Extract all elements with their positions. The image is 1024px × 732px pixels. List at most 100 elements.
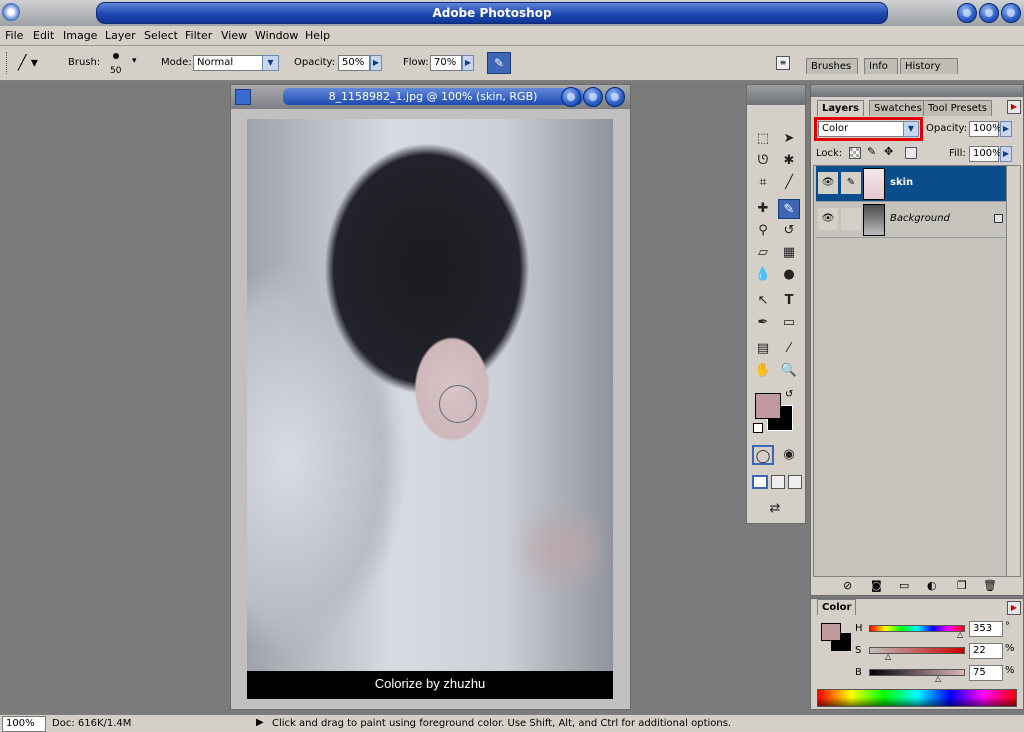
healing-brush-tool-icon[interactable]: ✚ [752, 199, 774, 219]
h-field[interactable]: 353 [969, 621, 1003, 637]
default-colors-icon[interactable] [753, 423, 763, 433]
fill-arrow-icon[interactable]: ▶ [1000, 146, 1012, 162]
move-tool-icon[interactable]: ➤ [778, 129, 800, 149]
hand-tool-icon[interactable]: ✋ [752, 361, 774, 381]
canvas-photo[interactable] [247, 119, 613, 671]
layer-opacity-arrow-icon[interactable]: ▶ [1000, 121, 1012, 137]
rectangle-tool-icon[interactable]: ▭ [778, 313, 800, 333]
saturation-slider[interactable] [869, 647, 965, 654]
menu-image[interactable]: Image [63, 29, 97, 42]
layers-scrollbar[interactable] [1006, 166, 1020, 576]
dodge-tool-icon[interactable]: ● [778, 265, 800, 285]
flow-field[interactable]: 70% [430, 55, 462, 71]
close-button[interactable] [1001, 3, 1021, 23]
notes-tool-icon[interactable]: ▤ [752, 339, 774, 359]
layer-style-icon[interactable]: ⊘ [843, 579, 852, 592]
layers-panel-menu-icon[interactable]: ▶ [1007, 100, 1021, 114]
mode-select[interactable]: Normal [193, 55, 263, 71]
gradient-tool-icon[interactable]: ▦ [778, 243, 800, 263]
visibility-eye-icon[interactable]: 👁 [818, 208, 838, 230]
tab-color[interactable]: Color [817, 599, 857, 615]
adjustment-layer-icon[interactable]: ◐ [927, 579, 937, 592]
brush-tool-icon[interactable]: ✎ [778, 199, 800, 219]
well-tab-history[interactable]: History [900, 58, 958, 74]
history-brush-tool-icon[interactable]: ↺ [778, 221, 800, 241]
brightness-slider-thumb[interactable]: △ [935, 674, 941, 683]
options-grip[interactable] [6, 52, 9, 74]
hue-slider-thumb[interactable]: △ [957, 630, 963, 639]
menu-filter[interactable]: Filter [185, 29, 212, 42]
add-mask-icon[interactable]: ◙ [871, 579, 882, 592]
menu-view[interactable]: View [221, 29, 247, 42]
menu-layer[interactable]: Layer [105, 29, 136, 42]
doc-close-button[interactable] [605, 87, 625, 107]
toolbox-header[interactable] [747, 85, 805, 105]
zoom-tool-icon[interactable]: 🔍 [778, 361, 800, 381]
screen-mode-standard-icon[interactable] [752, 475, 768, 489]
delete-layer-icon[interactable]: 🗑 [983, 579, 997, 592]
lock-image-icon[interactable]: ✎ [867, 145, 876, 158]
hue-slider[interactable] [869, 625, 965, 632]
doc-minimize-button[interactable] [561, 87, 581, 107]
menu-select[interactable]: Select [144, 29, 178, 42]
eraser-tool-icon[interactable]: ▱ [752, 243, 774, 263]
lock-transparency-icon[interactable] [849, 147, 861, 159]
layer-link-empty[interactable] [841, 208, 861, 230]
eyedropper-tool-icon[interactable]: ⁄ [778, 339, 800, 359]
visibility-eye-icon[interactable]: 👁 [818, 172, 838, 194]
brush-tool-preset-icon[interactable]: ╱ ▾ [18, 54, 52, 72]
airbrush-toggle-icon[interactable]: ✎ [487, 52, 511, 74]
blend-mode-dropdown-icon[interactable]: ▼ [903, 121, 919, 137]
crop-tool-icon[interactable]: ⌗ [752, 173, 774, 193]
maximize-button[interactable] [979, 3, 999, 23]
color-panel-menu-icon[interactable]: ▶ [1007, 601, 1021, 615]
blur-tool-icon[interactable]: 💧 [752, 265, 774, 285]
quick-mask-mode-icon[interactable]: ◉ [778, 445, 800, 465]
tab-tool-presets[interactable]: Tool Presets [923, 100, 992, 116]
layer-row-skin[interactable]: 👁 ✎ skin [816, 166, 1006, 202]
layer-brush-link-icon[interactable]: ✎ [841, 172, 861, 194]
screen-mode-menubar-icon[interactable] [771, 475, 785, 489]
palette-well-menu-icon[interactable]: ≡ [776, 56, 790, 70]
layer-row-background[interactable]: 👁 Background [816, 202, 1006, 238]
saturation-slider-thumb[interactable]: △ [885, 652, 891, 661]
layer-opacity-field[interactable]: 100% [969, 121, 1002, 137]
color-panel-foreground-swatch[interactable] [821, 623, 841, 641]
lock-position-icon[interactable]: ✥ [884, 145, 893, 158]
foreground-color-swatch[interactable] [755, 393, 781, 419]
well-tab-info[interactable]: Info [864, 58, 898, 74]
brush-preview-icon[interactable] [113, 53, 119, 59]
magic-wand-tool-icon[interactable]: ✱ [778, 151, 800, 171]
lasso-tool-icon[interactable]: ᘎ [752, 151, 774, 171]
menu-file[interactable]: File [5, 29, 23, 42]
tab-layers[interactable]: Layers [817, 100, 864, 116]
screen-mode-full-icon[interactable] [788, 475, 802, 489]
pen-tool-icon[interactable]: ✒ [752, 313, 774, 333]
swap-colors-icon[interactable]: ↺ [785, 389, 793, 400]
status-menu-arrow-icon[interactable]: ▶ [256, 717, 264, 728]
new-group-icon[interactable]: ▭ [899, 579, 909, 592]
minimize-button[interactable] [957, 3, 977, 23]
marquee-tool-icon[interactable]: ⬚ [752, 129, 774, 149]
doc-info[interactable]: Doc: 616K/1.4M [52, 718, 131, 729]
opacity-field[interactable]: 50% [338, 55, 370, 71]
clone-stamp-tool-icon[interactable]: ⚲ [752, 221, 774, 241]
doc-maximize-button[interactable] [583, 87, 603, 107]
brush-picker-arrow-icon[interactable]: ▾ [132, 56, 137, 66]
layers-panel-header[interactable] [811, 85, 1023, 97]
b-field[interactable]: 75 [969, 665, 1003, 681]
standard-mode-icon[interactable]: ◯ [752, 445, 774, 465]
menu-window[interactable]: Window [255, 29, 298, 42]
menu-help[interactable]: Help [305, 29, 330, 42]
type-tool-icon[interactable]: T [778, 291, 800, 311]
s-field[interactable]: 22 [969, 643, 1003, 659]
path-selection-tool-icon[interactable]: ↖ [752, 291, 774, 311]
new-layer-icon[interactable]: ❐ [957, 579, 967, 592]
flow-slider-arrow-icon[interactable]: ▶ [462, 55, 474, 71]
menu-edit[interactable]: Edit [33, 29, 54, 42]
color-spectrum-ramp[interactable] [817, 689, 1017, 707]
opacity-slider-arrow-icon[interactable]: ▶ [370, 55, 382, 71]
jump-to-imageready-icon[interactable]: ⇄ [764, 499, 786, 519]
document-title-bar[interactable]: 8_1158982_1.jpg @ 100% (skin, RGB) [231, 85, 630, 109]
photoshop-app-icon[interactable] [2, 3, 20, 21]
